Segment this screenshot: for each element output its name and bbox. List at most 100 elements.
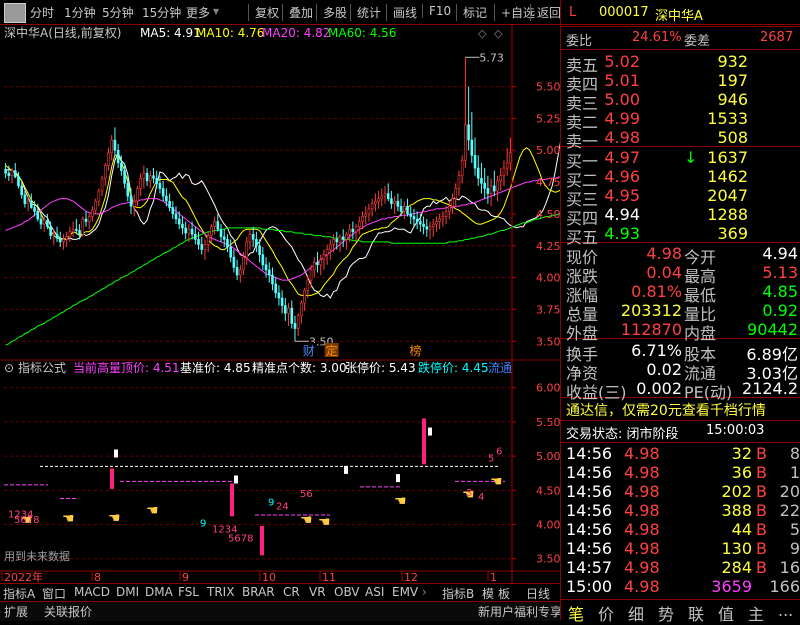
tick-row[interactable]: 14:56 4.98 202 B 20: [560, 482, 800, 501]
toolbar-more[interactable]: 更多: [186, 4, 210, 21]
candle-body: [20, 185, 23, 196]
more-caret-icon[interactable]: ▾: [213, 4, 219, 18]
quote-tab[interactable]: ...: [560, 601, 800, 620]
tab-cr[interactable]: CR: [283, 585, 300, 599]
chart-collapse-icon[interactable]: ◇: [478, 27, 487, 40]
toolbar-5min[interactable]: 5分钟: [102, 4, 134, 21]
tab-board[interactable]: 板: [498, 585, 510, 602]
tick-price: 4.98: [624, 577, 660, 596]
tab-indicator-b[interactable]: 指标B: [442, 585, 474, 602]
extend-button[interactable]: 扩展: [4, 603, 28, 620]
tick-count: 16: [779, 558, 800, 577]
tick-row[interactable]: 14:57 4.98 284 B 16: [560, 558, 800, 577]
toolbar-timeshare[interactable]: 分时: [30, 4, 54, 21]
tab-brar[interactable]: BRAR: [242, 585, 275, 599]
toolbar-adjust[interactable]: 复权: [248, 4, 279, 21]
toolbar-multi[interactable]: 多股: [316, 4, 347, 21]
bid-row[interactable]: 买二 4.96 1462: [560, 167, 800, 190]
tick-row[interactable]: 14:56 4.98 32 B 8: [560, 444, 800, 463]
bid-price: 4.94: [604, 205, 640, 224]
related-quotes-button[interactable]: 关联报价: [44, 603, 92, 620]
bid-row[interactable]: 买一 4.97 ↓ 1637: [560, 148, 800, 171]
ask-row[interactable]: 卖一 4.98 508: [560, 128, 800, 151]
toolbar-1min[interactable]: 1分钟: [64, 4, 96, 21]
tick-count: 8: [789, 444, 800, 463]
tick-row[interactable]: 14:56 4.98 44 B 5: [560, 520, 800, 539]
indicator-name[interactable]: 指标公式: [18, 360, 66, 375]
toolbar-f10[interactable]: F10: [422, 4, 451, 18]
indicator-settings-icon[interactable]: ⊙: [4, 361, 14, 375]
tick-row[interactable]: 15:00 4.98 3659 166: [560, 577, 800, 596]
tick-row[interactable]: 14:56 4.98 130 B 9: [560, 539, 800, 558]
toolbar-back[interactable]: 返回: [530, 4, 561, 21]
candle-body: [91, 209, 94, 217]
ask-row[interactable]: 卖五 5.02 932: [560, 52, 800, 75]
tab-window[interactable]: 窗口: [42, 585, 66, 602]
tab-trix[interactable]: TRIX: [207, 585, 234, 599]
fundamental-row[interactable]: 收益(三) 0.002 PE(动) 2124.2: [560, 379, 800, 402]
toolbar-15min[interactable]: 15分钟: [142, 4, 181, 21]
candle-body: [473, 155, 477, 169]
tab-vr[interactable]: VR: [309, 585, 326, 599]
indicator-point-count: 精准点个数: 3.00: [252, 360, 347, 375]
fundamental-row[interactable]: 换手 6.71% 股本 6.89亿: [560, 341, 800, 364]
tab-template[interactable]: 模: [482, 585, 494, 602]
quote-tab-label: ...: [778, 601, 794, 620]
price-tick-label: 5.00: [536, 144, 560, 157]
signal-bar: [422, 418, 426, 465]
indicator-top-price: 当前高量顶价: 4.51: [73, 360, 180, 375]
fundamental-row[interactable]: 净资 0.02 流通 3.03亿: [560, 360, 800, 383]
stat-row[interactable]: 涨幅 0.81% 最低 4.85: [560, 282, 800, 305]
ad-text[interactable]: 通达信，仅需20元查看千档行情: [566, 400, 766, 420]
ask-volume: 197: [717, 71, 748, 90]
candle-body: [113, 139, 117, 151]
tab-emv[interactable]: EMV: [392, 585, 418, 599]
candle-body: [71, 228, 75, 233]
candle-body: [290, 307, 294, 324]
tab-indicator-a[interactable]: 指标A: [3, 585, 35, 602]
stat-row[interactable]: 现价 4.98 今开 4.94: [560, 244, 800, 267]
tab-fsl[interactable]: FSL: [178, 585, 199, 599]
event-marker: 榜: [409, 343, 421, 358]
tab-obv[interactable]: OBV: [334, 585, 360, 599]
candle-body: [296, 315, 300, 329]
toolbar-add-fav[interactable]: +自选: [494, 4, 535, 21]
kline-chart[interactable]: ☚ ☚ ☚ ☚☚ ☚☚ ☚☚12345678 9123456789 2456 3 456 5.50…: [0, 24, 560, 594]
ask-row[interactable]: 卖二 4.99 1533: [560, 109, 800, 132]
stat-row[interactable]: 总量 203312 量比 0.92: [560, 301, 800, 324]
bid-row[interactable]: 买三 4.95 2047: [560, 186, 800, 209]
candle-body: [300, 302, 303, 317]
toolbar-overlay[interactable]: 叠加: [282, 4, 313, 21]
candle-body: [206, 235, 210, 245]
tab-expand-icon[interactable]: ›: [422, 585, 427, 599]
stat-row[interactable]: 涨跌 0.04 最高 5.13: [560, 263, 800, 286]
candle-body: [271, 274, 274, 285]
ask-row[interactable]: 卖三 5.00 946: [560, 90, 800, 113]
promo-link[interactable]: 新用户福利专享: [478, 603, 562, 620]
indicator-tick-label: 5.00: [536, 450, 560, 463]
weibi-row: 委比 24.61% 委差 2687: [560, 30, 800, 49]
candle-body: [348, 228, 351, 235]
stat-row[interactable]: 外盘 112870 内盘 90442: [560, 320, 800, 343]
tab-dma[interactable]: DMA: [145, 585, 173, 599]
tab-asi[interactable]: ASI: [365, 585, 384, 599]
bid-row[interactable]: 买四 4.94 1288: [560, 205, 800, 228]
candle-body: [120, 162, 123, 171]
candle-body: [126, 183, 130, 197]
toolbar-mark[interactable]: 标记: [456, 4, 487, 21]
candle-body: [200, 244, 204, 250]
tab-macd[interactable]: MACD: [74, 585, 110, 599]
period-label[interactable]: 日线: [526, 585, 550, 602]
tick-row[interactable]: 14:56 4.98 388 B 22: [560, 501, 800, 520]
toolbar-draw[interactable]: 画线: [386, 4, 417, 21]
bid-row[interactable]: 买五 4.93 369: [560, 224, 800, 247]
tick-row[interactable]: 14:56 4.98 36 B 1: [560, 463, 800, 482]
candle-body: [483, 183, 486, 189]
bid-price: 4.96: [604, 167, 640, 186]
tab-dmi[interactable]: DMI: [116, 585, 139, 599]
chart-expand-icon[interactable]: ◇: [494, 27, 503, 40]
ask-price: 5.02: [604, 52, 640, 71]
hand-pointer-icon: ☚: [146, 503, 159, 519]
toolbar-stats[interactable]: 统计: [350, 4, 381, 21]
ask-row[interactable]: 卖四 5.01 197: [560, 71, 800, 94]
